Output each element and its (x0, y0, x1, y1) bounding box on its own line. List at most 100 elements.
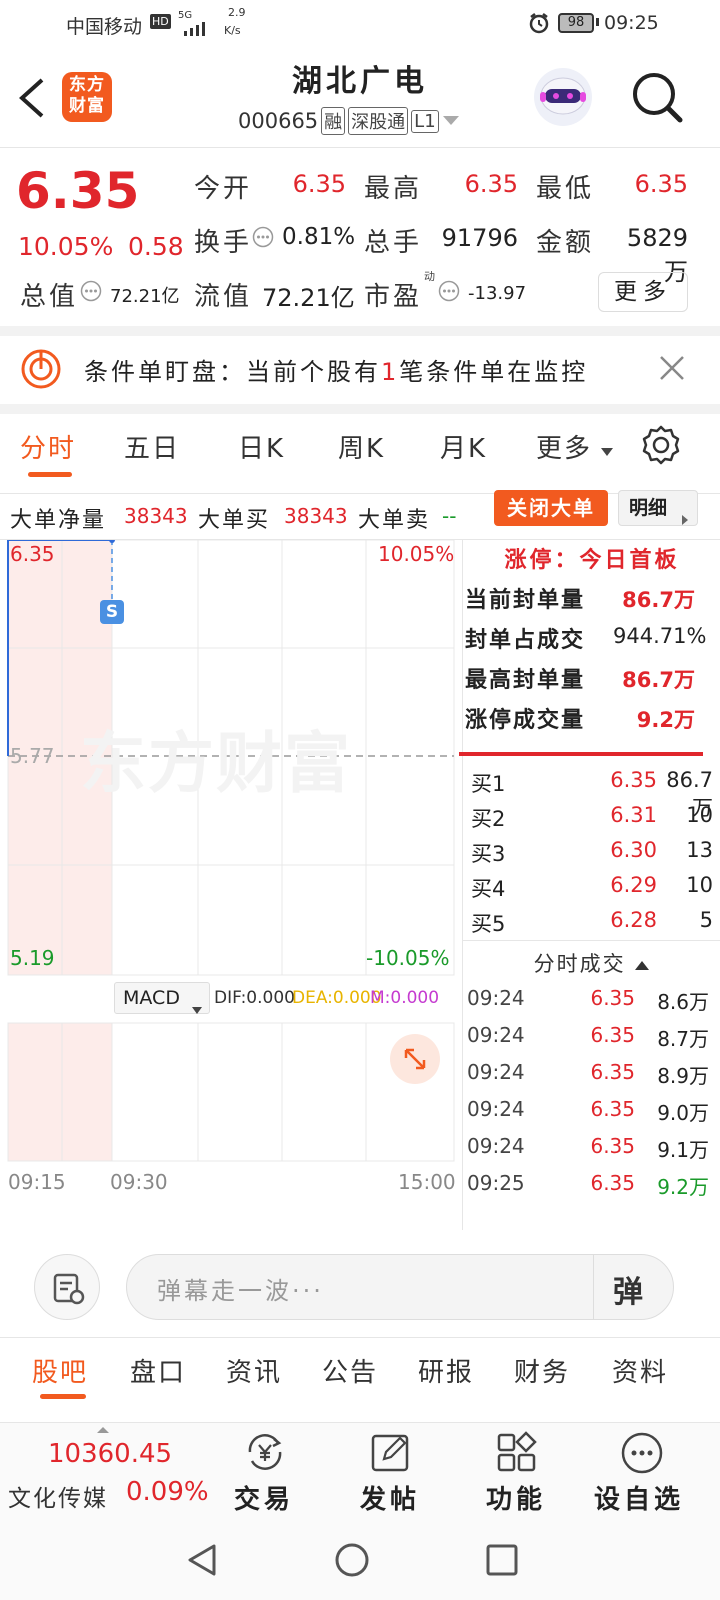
add-watchlist-button[interactable]: 设自选 (590, 1423, 702, 1523)
trade-volume: 9.1万 (657, 1138, 709, 1162)
bid-label: 买4 (471, 877, 506, 901)
info-icon[interactable] (438, 280, 460, 306)
tab-announcements[interactable]: 公告 (322, 1352, 378, 1389)
tab-order-book[interactable]: 盘口 (130, 1352, 186, 1389)
tab-research[interactable]: 研报 (418, 1352, 474, 1389)
stock-code: 000665 (238, 109, 319, 133)
float-cap-value: 72.21亿 (262, 284, 355, 312)
bottom-action-bar: 10360.45 文化传媒 0.09% 交易 发帖 功能 设自选 (0, 1422, 720, 1522)
bid-label: 买5 (471, 912, 506, 936)
nav-recents-icon[interactable] (484, 1542, 520, 1582)
info-icon[interactable] (252, 226, 274, 252)
expand-icon[interactable] (390, 1034, 440, 1084)
more-button[interactable]: 更多 (598, 272, 688, 312)
tab-five-day[interactable]: 五日 (124, 428, 180, 465)
tab-finance[interactable]: 财务 (514, 1352, 570, 1389)
function-button[interactable]: 功能 (478, 1423, 558, 1523)
pe-value: -13.97 (468, 283, 527, 304)
signal-icon (180, 20, 210, 41)
tab-intraday[interactable]: 分时 (20, 428, 76, 465)
condition-order-icon (20, 348, 62, 394)
trade-button[interactable]: 交易 (226, 1423, 306, 1523)
close-icon[interactable] (658, 354, 686, 386)
change-percent: 10.05% (18, 232, 114, 261)
time-close: 15:00 (398, 1170, 456, 1194)
trade-marker[interactable]: S (100, 600, 124, 624)
tab-news[interactable]: 资讯 (226, 1352, 282, 1389)
trade-price: 6.35 (590, 1134, 635, 1158)
intraday-chart[interactable]: 东方财富 6.35 10.05% 5.77 5.19 -10.05% S MAC… (0, 540, 462, 1230)
indicator-label: MACD (123, 987, 180, 1009)
limit-divider (459, 752, 703, 756)
amount-label: 金额 (536, 228, 595, 258)
trades-title[interactable]: 分时成交 (463, 948, 720, 978)
nav-home-icon[interactable] (334, 1542, 370, 1582)
limit-volume-label: 涨停成交量 (465, 708, 586, 733)
trade-label: 交易 (234, 1485, 295, 1515)
axis-top-pct: 10.05% (378, 542, 455, 566)
tag-margin: 融 (321, 107, 346, 135)
tab-forum[interactable]: 股吧 (32, 1352, 88, 1389)
condition-count: 1 (381, 358, 400, 386)
big-sell-label: 大单卖 (358, 508, 431, 533)
bid-volume: 10 (686, 803, 713, 827)
search-icon[interactable] (630, 70, 684, 128)
close-big-order-button[interactable]: 关闭大单 (494, 490, 608, 526)
tab-profile[interactable]: 资料 (612, 1352, 668, 1389)
bid-volume: 13 (686, 838, 713, 862)
divider (593, 1255, 594, 1319)
tab-monthly-k[interactable]: 月K (440, 428, 487, 465)
battery-tip (596, 18, 599, 26)
axis-mid-price: 5.77 (10, 744, 55, 768)
danmaku-settings-icon[interactable] (34, 1254, 100, 1320)
danmaku-input[interactable]: 弹幕走一波··· 弹 (126, 1254, 674, 1320)
macd-pre-open-shade (8, 1023, 112, 1161)
bid-label: 买1 (471, 772, 506, 796)
big-net-value: 38343 (124, 504, 188, 528)
indicator-select[interactable]: MACD (114, 982, 210, 1014)
condition-order-banner[interactable]: 条件单盯盘：当前个股有1笔条件单在监控 (0, 336, 720, 414)
big-buy-label: 大单买 (198, 508, 271, 533)
tab-more[interactable]: 更多 (536, 428, 592, 465)
hd-badge: HD (150, 14, 171, 29)
trade-list[interactable]: 09:24 6.35 8.6万 09:24 6.35 8.7万 09:24 6.… (463, 986, 720, 1210)
sector-index[interactable]: 10360.45 文化传媒 0.09% (0, 1423, 210, 1523)
bid-row: 买1 6.35 86.7万 (471, 768, 715, 820)
macd-dea: DEA:0.000 (292, 988, 382, 1008)
limit-stats: 当前封单量 86.7万 封单占成交 944.71% 最高封单量 86.7万 涨停… (463, 580, 720, 750)
stock-code-row[interactable]: 000665 融 深股通 L1 (238, 106, 460, 136)
trade-time: 09:24 (467, 986, 525, 1010)
seal-volume-label: 当前封单量 (465, 588, 586, 613)
battery-icon: 98 (558, 13, 594, 33)
trade-volume: 8.6万 (657, 990, 709, 1014)
stock-name: 湖北广电 (292, 64, 428, 99)
trade-time: 09:24 (467, 1023, 525, 1047)
trade-price: 6.35 (590, 1097, 635, 1121)
robot-avatar-icon[interactable] (532, 66, 594, 132)
max-seal-label: 最高封单量 (465, 668, 586, 693)
gear-icon[interactable] (640, 424, 682, 470)
volume-label: 总手 (364, 228, 423, 258)
order-book[interactable]: 买1 6.35 86.7万 买2 6.31 10 买3 6.30 13 买4 6… (463, 766, 720, 942)
alarm-icon (528, 12, 550, 39)
detail-button[interactable]: 明细 (618, 490, 698, 526)
bid-row: 买5 6.28 5 (471, 908, 715, 943)
post-label: 发帖 (360, 1485, 421, 1515)
trade-time: 09:25 (467, 1171, 525, 1195)
speed-value: 2.9 (228, 6, 246, 19)
info-icon[interactable] (80, 280, 102, 306)
time-start: 09:15 (8, 1170, 66, 1194)
big-sell-value: -- (442, 504, 457, 528)
danmaku-send-button[interactable]: 弹 (613, 1267, 643, 1311)
carrier-label: 中国移动 (66, 16, 143, 38)
bid-row: 买3 6.30 13 (471, 838, 715, 873)
chart-canvas (7, 540, 455, 1162)
tab-daily-k[interactable]: 日K (238, 428, 285, 465)
trade-volume: 9.0万 (657, 1101, 709, 1125)
nav-back-icon[interactable] (184, 1542, 220, 1582)
post-button[interactable]: 发帖 (352, 1423, 432, 1523)
bid-volume: 5 (699, 908, 713, 932)
volume-value: 91796 (441, 224, 518, 252)
seal-ratio-value: 944.71% (613, 624, 707, 648)
tab-weekly-k[interactable]: 周K (338, 428, 385, 465)
